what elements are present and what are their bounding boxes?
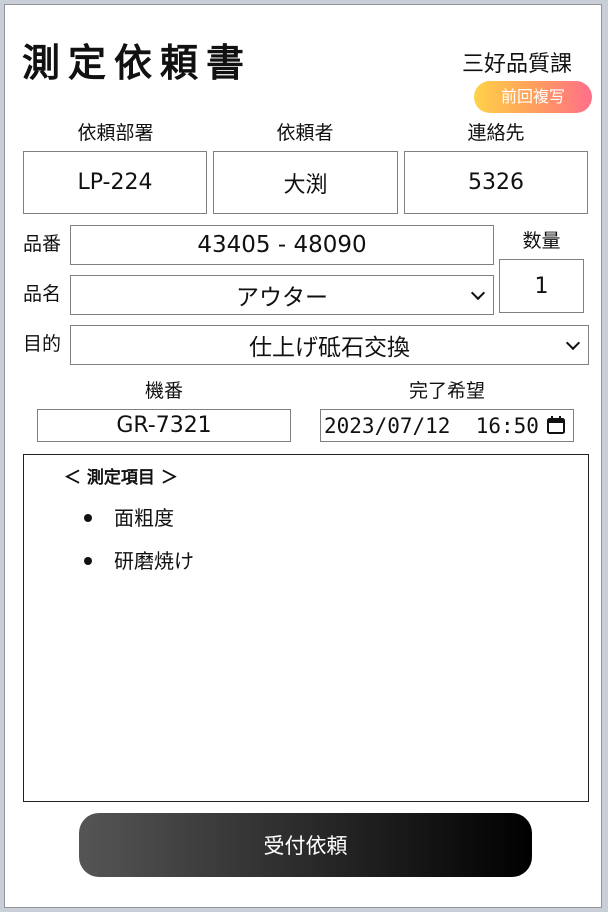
list-item: 面粗度 xyxy=(114,506,174,530)
part-number-label: 品番 xyxy=(23,233,62,255)
completion-datetime-value: 2023/07/12 16:50 xyxy=(324,414,539,438)
machine-field[interactable]: GR-7321 xyxy=(37,409,291,442)
dept-label: 依頼部署 xyxy=(77,122,154,144)
department-name: 三好品質課 xyxy=(462,52,573,77)
part-number-field[interactable]: 43405 - 48090 xyxy=(70,225,494,265)
list-item: 研磨焼け xyxy=(114,549,194,573)
quantity-field[interactable]: 1 xyxy=(499,259,584,313)
quantity-label: 数量 xyxy=(522,230,561,252)
calendar-icon[interactable] xyxy=(547,416,565,434)
part-name-label: 品名 xyxy=(23,283,62,305)
measurement-items-heading: ＜ 測定項目 ＞ xyxy=(64,468,178,488)
purpose-label: 目的 xyxy=(23,333,62,355)
part-name-select[interactable]: アウター xyxy=(70,275,494,315)
requester-field[interactable]: 大渕 xyxy=(213,151,398,214)
dept-field[interactable]: LP-224 xyxy=(23,151,207,214)
completion-datetime-field[interactable]: 2023/07/12 16:50 xyxy=(320,409,574,442)
previous-copy-button[interactable]: 前回複写 xyxy=(474,81,592,113)
part-name-value: アウター xyxy=(236,285,328,311)
purpose-select[interactable]: 仕上げ砥石交換 xyxy=(70,325,589,365)
contact-label: 連絡先 xyxy=(467,122,525,144)
submit-request-label: 受付依頼 xyxy=(263,834,348,858)
chevron-down-icon xyxy=(565,335,581,351)
list-bullet xyxy=(84,557,92,565)
machine-label: 機番 xyxy=(144,380,183,402)
measurement-items-panel xyxy=(23,454,589,802)
submit-request-button[interactable]: 受付依頼 xyxy=(79,813,532,877)
completion-label: 完了希望 xyxy=(408,380,485,402)
contact-field[interactable]: 5326 xyxy=(404,151,588,214)
requester-label: 依頼者 xyxy=(276,122,334,144)
page-title: 測定依頼書 xyxy=(22,41,253,85)
purpose-value: 仕上げ砥石交換 xyxy=(249,335,410,361)
chevron-down-icon xyxy=(470,285,486,301)
list-bullet xyxy=(84,514,92,522)
